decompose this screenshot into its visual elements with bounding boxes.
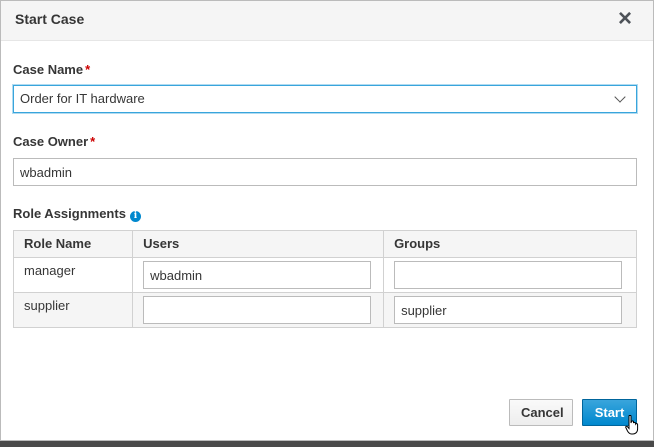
users-cell [132,292,385,328]
column-header-users: Users [132,230,385,258]
background-bottom-strip [0,441,654,447]
chevron-down-icon [614,91,626,103]
column-header-groups: Groups [383,230,637,258]
case-name-select[interactable]: Order for IT hardware [13,85,637,113]
groups-input-manager[interactable] [394,261,623,289]
role-name-cell: manager [12,257,134,293]
role-name-cell: supplier [12,292,134,328]
column-header-role-name: Role Name [12,230,134,258]
modal-title: Start Case [15,11,85,27]
case-name-label: Case Name * [13,62,90,77]
role-assignments-label-text: Role Assignments [13,206,126,221]
case-name-label-text: Case Name [13,62,84,77]
case-owner-label: Case Owner * [13,134,95,149]
groups-cell [383,257,637,293]
start-case-modal: Start Case × Case Name * Order for IT har… [0,0,654,441]
groups-cell [383,292,637,328]
hand-cursor-icon [625,415,639,435]
groups-input-supplier[interactable] [394,296,623,324]
required-marker: * [85,62,91,77]
role-assignments-table: Role Name Users Groups manager supplier [12,230,637,328]
case-owner-input[interactable] [13,158,637,186]
table-row: supplier [12,292,637,328]
cancel-button[interactable]: Cancel [509,399,573,426]
table-row: manager [12,257,637,293]
role-assignments-label: Role Assignments i [13,206,141,222]
required-marker: * [90,134,96,149]
modal-header: Start Case × [1,1,653,41]
users-input-manager[interactable] [143,261,372,289]
case-name-selected-value: Order for IT hardware [20,91,145,106]
users-input-supplier[interactable] [143,296,372,324]
table-header-row: Role Name Users Groups [12,230,637,258]
case-owner-label-text: Case Owner [13,134,89,149]
close-icon[interactable]: × [613,7,637,31]
users-cell [132,257,385,293]
info-icon[interactable]: i [129,211,141,222]
